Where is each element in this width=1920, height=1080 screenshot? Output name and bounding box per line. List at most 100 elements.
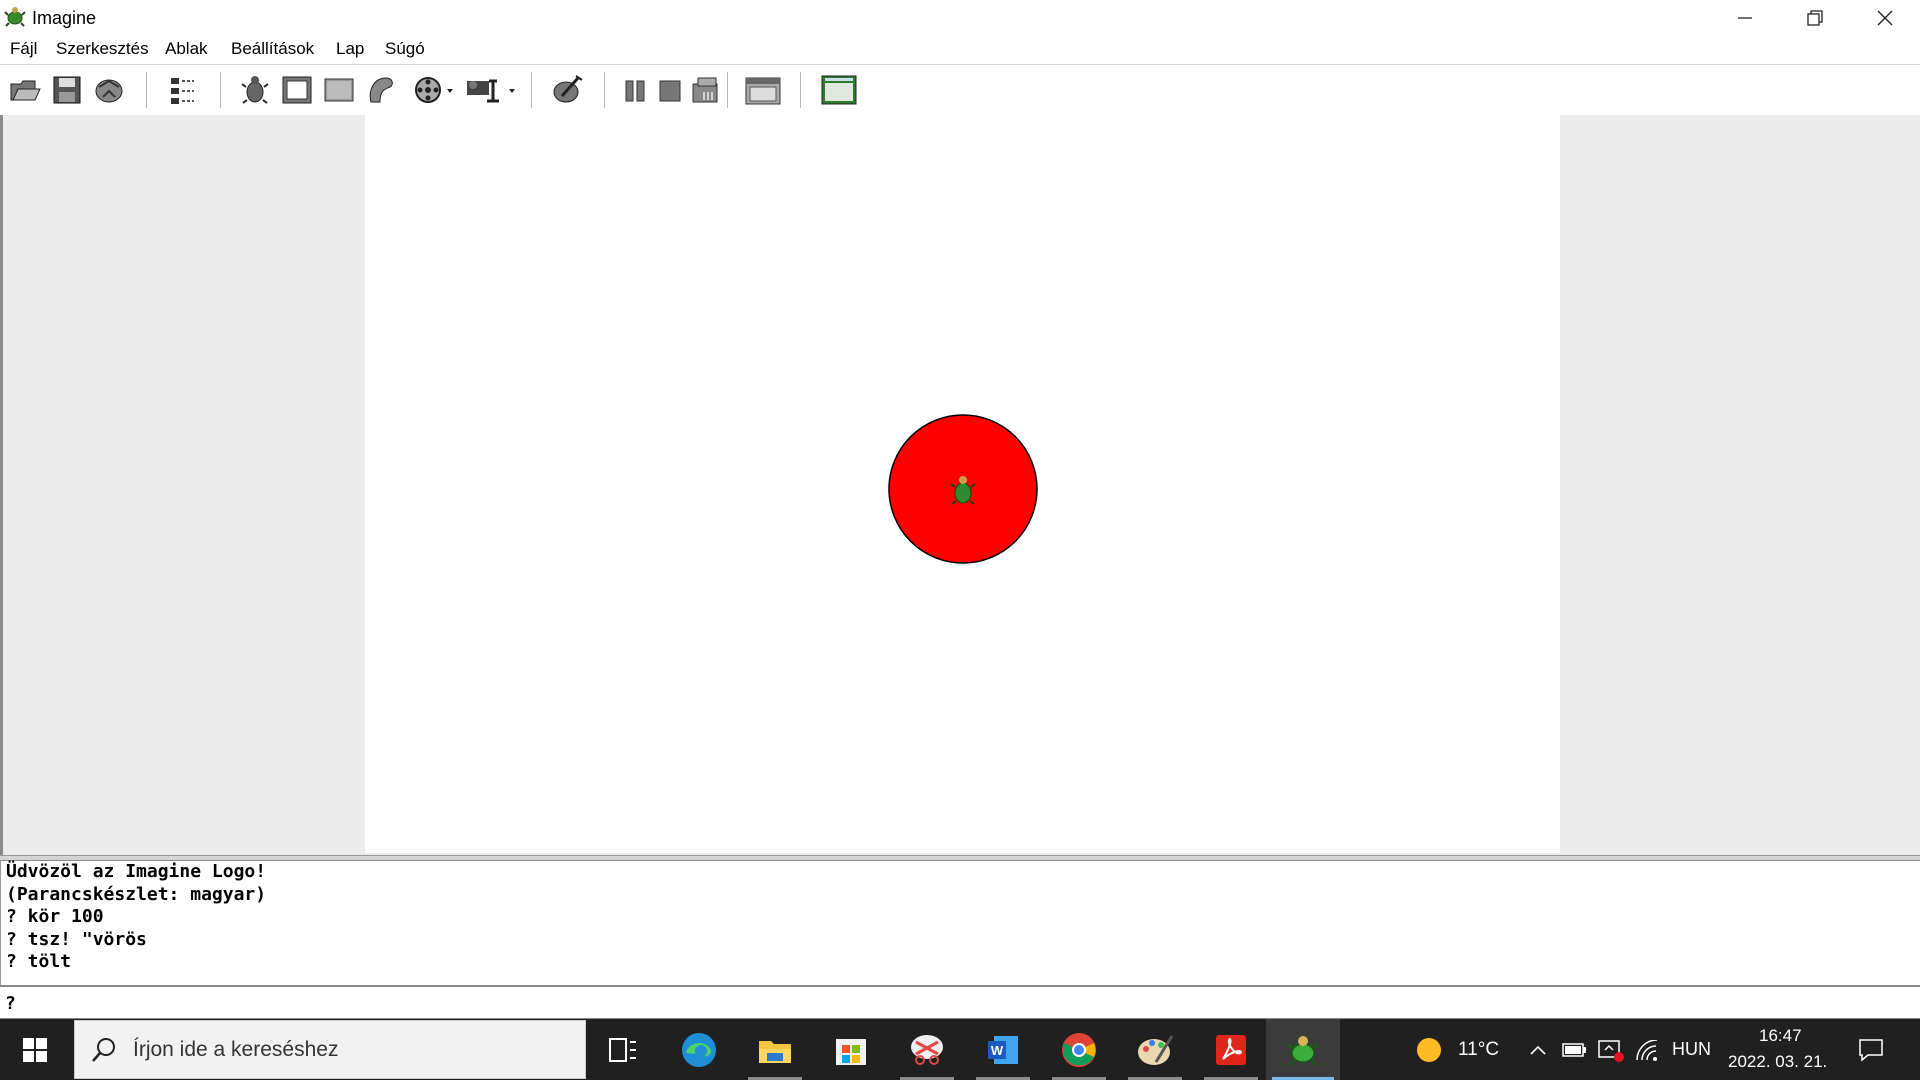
turtle-button[interactable] [238, 73, 272, 107]
shape-menu-icon [467, 79, 515, 103]
stop-button[interactable] [652, 73, 686, 107]
acrobat-button[interactable] [1196, 1019, 1266, 1080]
menu-bar: Fájl Szerkesztés Ablak Beállítások Lap S… [0, 36, 1920, 64]
paint-button[interactable] [1120, 1019, 1190, 1080]
minimize-button[interactable] [1710, 0, 1780, 36]
command-input[interactable]: ? [0, 985, 1920, 1019]
drawing-canvas[interactable] [365, 115, 1560, 853]
film-icon [415, 77, 453, 103]
notification-icon[interactable] [1858, 1038, 1884, 1062]
open-icon [10, 80, 41, 101]
wand-button[interactable] [550, 73, 584, 107]
minimize-icon [1738, 17, 1752, 19]
edge-button[interactable] [664, 1019, 734, 1080]
shape-button[interactable] [364, 73, 398, 107]
chrome-button[interactable] [1044, 1019, 1114, 1080]
tree-button[interactable] [166, 73, 200, 107]
pane-icon [324, 78, 354, 102]
paint-icon [1138, 1034, 1174, 1065]
toolbar-separator [727, 72, 728, 108]
imagine-taskbar-button[interactable] [1266, 1019, 1340, 1080]
word-icon: W [988, 1035, 1018, 1064]
pause-icon [625, 80, 645, 102]
title-bar: Imagine [0, 0, 1920, 36]
window-title: Imagine [32, 8, 97, 28]
imagine-turtle-icon [4, 7, 26, 27]
wifi-icon[interactable] [1635, 1040, 1661, 1062]
canvas-drawing [888, 414, 1038, 564]
word-button[interactable]: W [968, 1019, 1038, 1080]
menu-file[interactable]: Fájl [10, 39, 37, 59]
taskbar: Írjon ide a kereséshez W 11°C HUN 16:47 … [0, 1019, 1920, 1080]
console-line: ? kör 100 [6, 906, 104, 927]
console-line: (Parancskészlet: magyar) [6, 883, 267, 905]
shape-icon [369, 77, 393, 103]
toolbar-separator [146, 72, 147, 108]
close-button[interactable] [1850, 0, 1920, 36]
snip-button[interactable] [892, 1019, 962, 1080]
pause-button[interactable] [618, 73, 652, 107]
save-button[interactable] [50, 73, 84, 107]
save-icon [53, 76, 81, 104]
stop-icon [659, 80, 681, 102]
shape-menu-button[interactable] [462, 73, 518, 107]
search-icon [92, 1038, 115, 1062]
search-box[interactable]: Írjon ide a kereséshez [74, 1020, 586, 1079]
console-output: Üdvözöl az Imagine Logo! (Parancskészlet… [0, 861, 1920, 985]
tree-icon [171, 78, 194, 104]
chrome-icon [1062, 1032, 1096, 1067]
project-button[interactable] [92, 73, 126, 107]
pane-button[interactable] [322, 73, 356, 107]
snip-icon [911, 1034, 943, 1065]
file-explorer-button[interactable] [740, 1019, 810, 1080]
windows-logo-icon [23, 1037, 47, 1062]
window-button[interactable] [742, 73, 786, 107]
view-button[interactable] [818, 73, 860, 107]
toolbar-separator [220, 72, 221, 108]
menu-help[interactable]: Súgó [385, 39, 425, 59]
weather-temperature[interactable]: 11°C [1458, 1039, 1499, 1061]
command-prompt: ? [5, 993, 16, 1014]
work-area [0, 115, 1920, 855]
imagine-turtle-icon [1287, 1035, 1319, 1066]
acrobat-icon [1216, 1034, 1246, 1065]
console-line: ? tsz! "vörös [6, 928, 147, 950]
restore-icon [1807, 10, 1823, 26]
store-button[interactable] [816, 1019, 886, 1080]
edge-icon [682, 1032, 716, 1067]
toolbar-separator [800, 72, 801, 108]
close-icon [1877, 10, 1893, 26]
menu-edit[interactable]: Szerkesztés [56, 39, 149, 59]
toolbar [0, 64, 1920, 117]
view-icon [821, 75, 857, 105]
task-view-button[interactable] [588, 1019, 658, 1080]
chevron-up-icon[interactable] [1529, 1044, 1547, 1056]
start-button[interactable] [0, 1019, 70, 1080]
console-line: Üdvözöl az Imagine Logo! [6, 861, 267, 882]
battery-icon[interactable] [1562, 1042, 1588, 1058]
run-icon [692, 77, 718, 103]
weather-sun-icon [1417, 1038, 1441, 1062]
clock-date[interactable]: 2022. 03. 21. [1728, 1052, 1827, 1072]
toolbar-separator [604, 72, 605, 108]
wand-icon [553, 75, 583, 103]
search-placeholder: Írjon ide a kereséshez [133, 1038, 339, 1061]
frame-icon [282, 76, 312, 104]
network-warning-icon[interactable] [1597, 1038, 1625, 1062]
turtle-icon [241, 76, 269, 104]
run-button[interactable] [688, 73, 722, 107]
toolbar-separator [531, 72, 532, 108]
open-button[interactable] [8, 73, 42, 107]
console-line: ? tölt [6, 951, 72, 972]
restore-button[interactable] [1780, 0, 1850, 36]
frame-button[interactable] [280, 73, 314, 107]
menu-settings[interactable]: Beállítások [231, 39, 314, 59]
clock-time[interactable]: 16:47 [1759, 1026, 1802, 1046]
film-button[interactable] [410, 73, 456, 107]
menu-window[interactable]: Ablak [165, 39, 208, 59]
project-icon [95, 79, 123, 103]
language-indicator[interactable]: HUN [1672, 1039, 1711, 1060]
menu-page[interactable]: Lap [336, 39, 364, 59]
svg-text:W: W [991, 1043, 1004, 1058]
task-view-icon [609, 1037, 636, 1062]
